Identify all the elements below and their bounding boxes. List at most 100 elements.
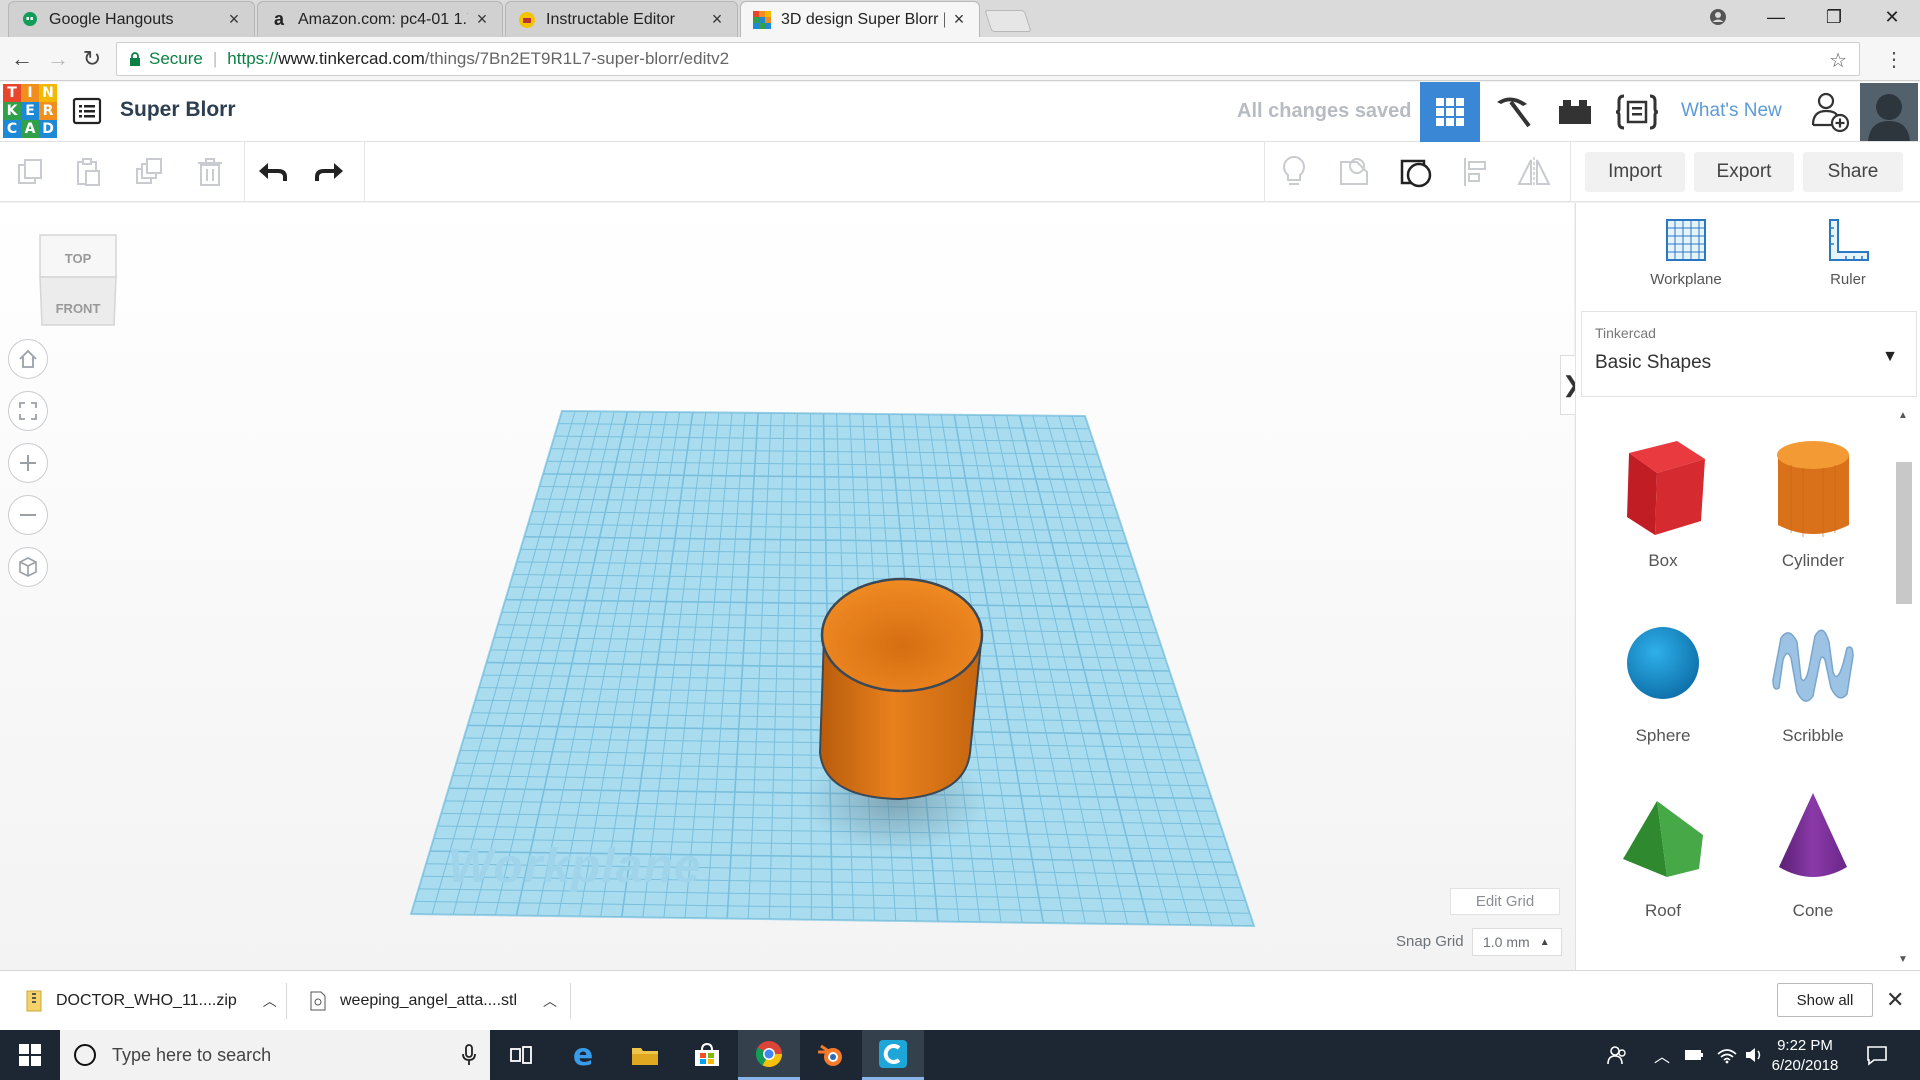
back-icon[interactable]: ← (8, 45, 36, 73)
close-tab-icon[interactable]: × (951, 9, 967, 30)
shape-roof[interactable]: Roof (1588, 783, 1738, 923)
panel-scrollbar-thumb[interactable] (1896, 462, 1912, 604)
shape-sphere[interactable]: Sphere (1588, 608, 1738, 748)
url-host: www.tinkercad.com (278, 49, 425, 68)
export-button[interactable]: Export (1694, 152, 1794, 192)
tab-tinkercad-design[interactable]: 3D design Super Blorr | T × (740, 1, 980, 37)
close-tab-icon[interactable]: × (474, 9, 490, 30)
bookmark-star-icon[interactable]: ☆ (1829, 48, 1847, 73)
tinkercad-logo[interactable]: TINKERCAD (3, 84, 57, 138)
redo-icon[interactable] (310, 152, 350, 192)
tab-instructable-editor[interactable]: Instructable Editor × (505, 1, 738, 37)
edit-grid-button[interactable]: Edit Grid (1450, 888, 1560, 915)
windows-logo-icon (19, 1044, 41, 1066)
avatar[interactable] (1860, 83, 1918, 141)
blender-icon[interactable] (800, 1030, 862, 1080)
reload-icon[interactable]: ↻ (78, 45, 106, 73)
microphone-icon[interactable] (462, 1044, 476, 1066)
restore-icon[interactable]: ❐ (1806, 0, 1862, 34)
shape-library-dropdown[interactable]: Tinkercad Basic Shapes ▼ (1581, 311, 1917, 397)
mirror-icon[interactable] (1514, 152, 1554, 192)
download-item[interactable]: DOCTOR_WHO_11....zip ︿ (26, 971, 277, 1031)
shape-label: Cone (1792, 901, 1834, 920)
profile-icon[interactable] (1690, 0, 1746, 34)
edge-browser-icon[interactable]: e (552, 1030, 614, 1080)
hole-shape-icon[interactable] (1396, 152, 1436, 192)
chrome-menu-icon[interactable]: ⋮ (1884, 47, 1904, 72)
action-center-icon[interactable] (1866, 1030, 1888, 1080)
tab-google-hangouts[interactable]: Google Hangouts × (8, 1, 255, 37)
close-tab-icon[interactable]: × (226, 9, 242, 30)
taskbar-clock[interactable]: 9:22 PM 6/20/2018 (1765, 1036, 1845, 1076)
share-button[interactable]: Share (1803, 152, 1903, 192)
workplane-grid[interactable] (0, 203, 1574, 970)
tab-title: Amazon.com: pc4-01 1.7 (298, 10, 468, 28)
align-icon[interactable] (1456, 152, 1496, 192)
taskbar-search-box[interactable]: Type here to search (60, 1030, 490, 1080)
design-list-icon[interactable] (72, 96, 102, 126)
tab-title: 3D design Super Blorr | T (781, 10, 945, 28)
add-user-icon (1811, 92, 1850, 133)
codeblocks-view-button[interactable] (1607, 82, 1667, 142)
download-divider (570, 983, 571, 1019)
volume-icon[interactable] (1744, 1030, 1764, 1080)
forward-icon[interactable]: → (44, 45, 72, 73)
paste-icon[interactable] (68, 152, 108, 192)
whats-new-link[interactable]: What's New (1681, 100, 1782, 122)
logo-letter: E (21, 102, 39, 120)
delete-icon[interactable] (190, 152, 230, 192)
blocks-view-button[interactable] (1483, 82, 1543, 142)
download-item[interactable]: weeping_angel_atta....stl ︿ (310, 971, 557, 1031)
grid-icon (1436, 98, 1464, 126)
chevron-up-icon[interactable]: ︿ (263, 991, 277, 1011)
workplane-tool[interactable]: Workplane (1626, 217, 1746, 288)
address-bar[interactable]: Secure | https://www.tinkercad.com/thing… (116, 42, 1860, 76)
logo-letter: K (3, 102, 21, 120)
chrome-taskbar-icon[interactable] (738, 1030, 800, 1080)
new-tab-button[interactable] (984, 10, 1032, 32)
tray-chevron-up-icon[interactable]: ︿ (1654, 1030, 1670, 1080)
copy-icon[interactable] (10, 152, 50, 192)
browser-toolbar: ← → ↻ Secure | https://www.tinkercad.com… (0, 37, 1920, 81)
windows-start-button[interactable] (0, 1030, 60, 1080)
shape-cone[interactable]: Cone (1738, 783, 1888, 923)
undo-icon[interactable] (252, 152, 292, 192)
scroll-down-arrow[interactable]: ▼ (1894, 950, 1912, 968)
cylinder-object[interactable] (800, 573, 1000, 813)
add-user-button[interactable] (1800, 82, 1860, 142)
scroll-up-arrow[interactable]: ▲ (1894, 406, 1912, 424)
minimize-icon[interactable]: — (1748, 0, 1804, 34)
shape-scribble[interactable]: Scribble (1738, 608, 1888, 748)
chevron-up-icon[interactable]: ︿ (543, 991, 557, 1011)
duplicate-icon[interactable] (130, 152, 170, 192)
lightbulb-icon[interactable] (1274, 152, 1314, 192)
shape-box[interactable]: Box (1588, 433, 1738, 573)
store-icon[interactable] (676, 1030, 738, 1080)
ruler-tool[interactable]: Ruler (1788, 217, 1908, 288)
sphere-shape-icon (1627, 627, 1699, 699)
snap-grid-select[interactable]: 1.0 mm ▲ (1472, 928, 1562, 956)
shape-cylinder[interactable]: Cylinder (1738, 433, 1888, 573)
close-window-icon[interactable]: ✕ (1864, 0, 1920, 34)
import-button[interactable]: Import (1585, 152, 1685, 192)
group-shape-icon[interactable] (1334, 152, 1374, 192)
tab-title: Google Hangouts (49, 10, 174, 28)
close-downloads-icon[interactable]: ✕ (1886, 987, 1904, 1013)
people-icon[interactable] (1606, 1030, 1628, 1080)
close-tab-icon[interactable]: × (709, 9, 725, 30)
logo-letter: T (3, 84, 21, 102)
tab-amazon[interactable]: a Amazon.com: pc4-01 1.7 × (257, 1, 503, 37)
design-title[interactable]: Super Blorr (120, 98, 236, 122)
show-all-button[interactable]: Show all (1777, 983, 1873, 1017)
shape-label: Sphere (1635, 726, 1691, 745)
cura-icon[interactable] (862, 1030, 924, 1080)
task-view-icon[interactable] (490, 1030, 552, 1080)
battery-icon[interactable] (1684, 1030, 1704, 1080)
3d-workspace[interactable]: TOP FRONT Workplane Edit Grid Snap Grid … (0, 203, 1574, 970)
logo-letter: I (21, 84, 39, 102)
bricks-view-button[interactable] (1545, 82, 1605, 142)
file-explorer-icon[interactable] (614, 1030, 676, 1080)
3d-view-button[interactable] (1420, 82, 1480, 142)
ruler-icon (1829, 219, 1869, 261)
wifi-icon[interactable] (1716, 1030, 1738, 1080)
